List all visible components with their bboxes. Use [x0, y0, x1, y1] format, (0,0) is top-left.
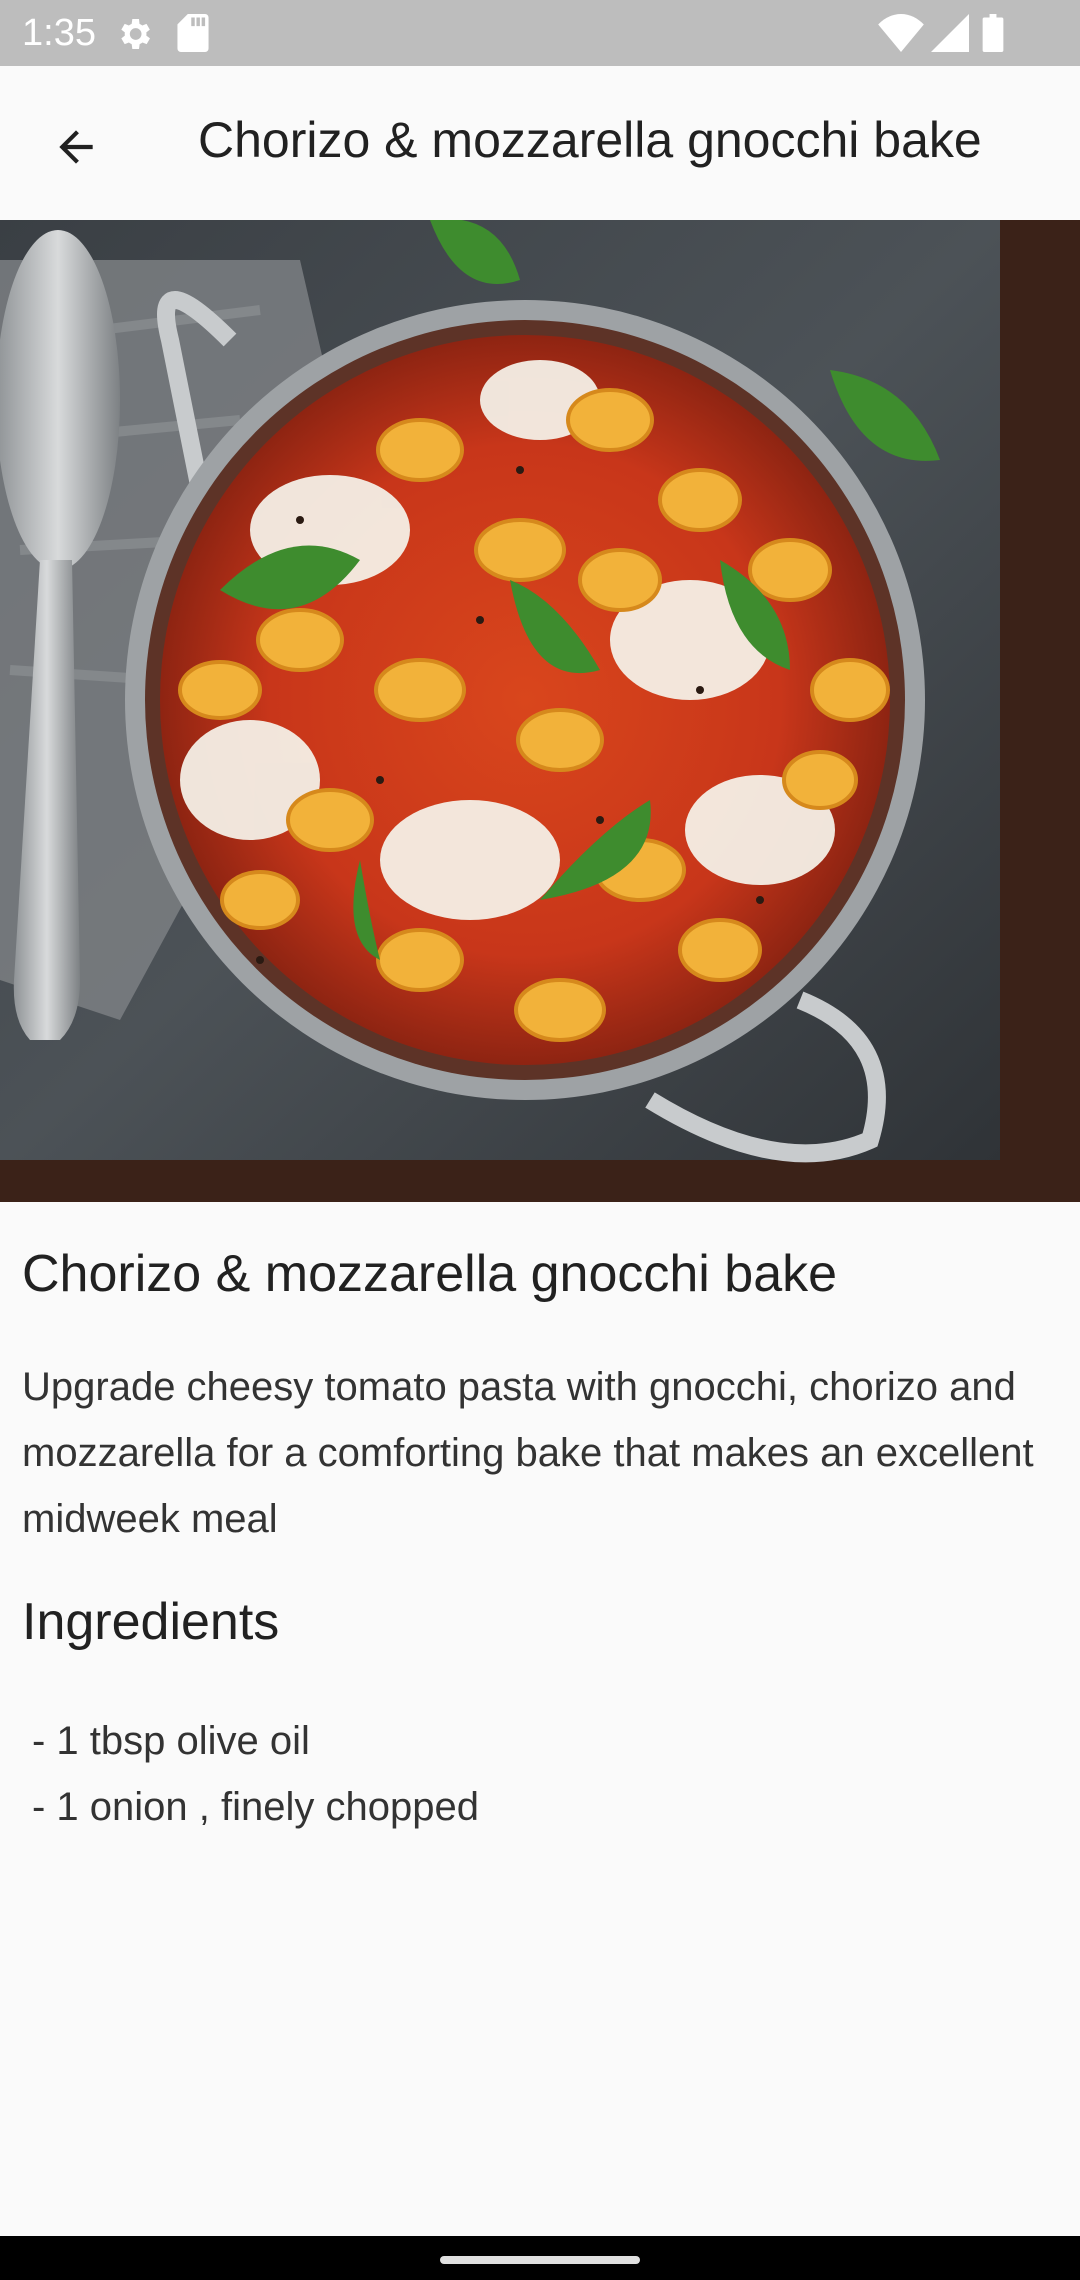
home-indicator[interactable]: [440, 2256, 640, 2264]
wifi-icon: [878, 14, 924, 52]
ingredient-item: - 1 tbsp olive oil: [32, 1719, 310, 1763]
gnocchi-bake-photo: [0, 220, 1080, 1202]
ingredient-item: - 1 onion , finely chopped: [32, 1785, 479, 1829]
recipe-description: Upgrade cheesy tomato pasta with gnocchi…: [22, 1365, 1034, 1541]
recipe-photo: [0, 220, 1080, 1202]
signal-icon: [931, 14, 969, 52]
back-button[interactable]: [36, 107, 116, 187]
app-bar: Chorizo & mozzarella gnocchi bake: [0, 66, 1080, 220]
arrow-back-icon: [59, 130, 93, 164]
status-bar: 1:35: [0, 0, 1080, 66]
recipe-title: Chorizo & mozzarella gnocchi bake: [22, 1245, 838, 1303]
sd-card-icon: [177, 14, 209, 52]
gear-icon: [121, 19, 150, 49]
navigation-bar: [0, 2236, 1080, 2280]
recipe-detail-screen: 1:35 Chorizo & mozzarella gnocchi bake C…: [0, 0, 1080, 2280]
ingredients-heading: Ingredients: [22, 1593, 280, 1651]
ingredients-list: - 1 tbsp olive oil - 1 onion , finely ch…: [32, 1708, 479, 1840]
app-bar-title: Chorizo & mozzarella gnocchi bake: [198, 112, 982, 168]
status-time: 1:35: [22, 12, 96, 54]
battery-icon: [982, 14, 1004, 52]
